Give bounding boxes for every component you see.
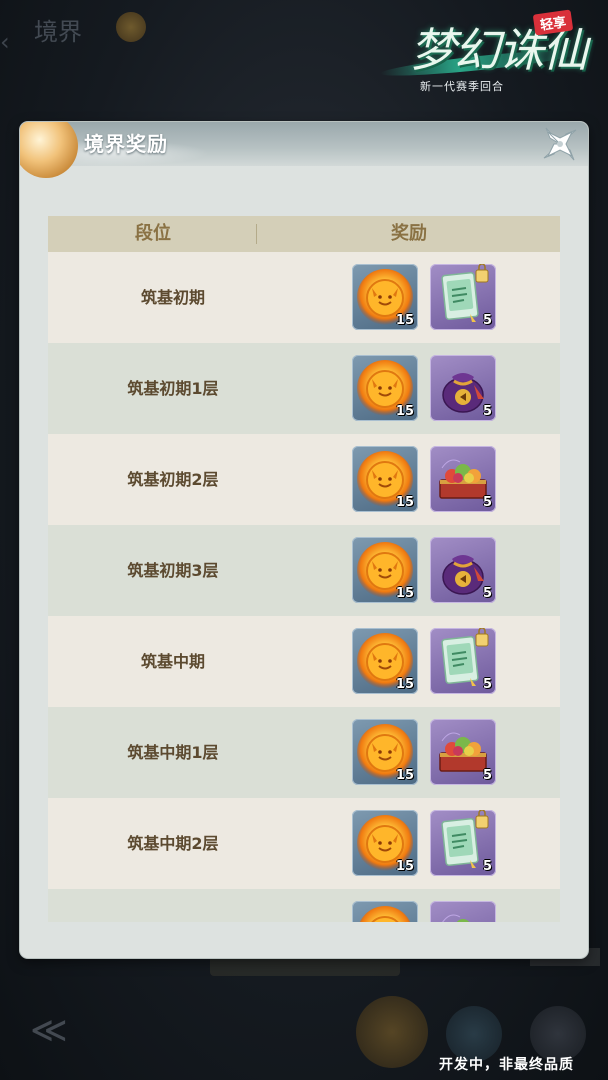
rank-label: 筑基初期2层 — [127, 470, 219, 489]
column-header-rank: 段位 — [135, 223, 171, 244]
reward-item[interactable]: 5 — [430, 719, 496, 785]
coin-icon — [116, 12, 146, 42]
rank-label — [48, 889, 298, 922]
reward-item[interactable]: 5 — [430, 810, 496, 876]
reward-item[interactable]: 15 — [352, 264, 418, 330]
reward-quantity: 5 — [482, 859, 492, 874]
reward-quantity: 15 — [395, 313, 414, 328]
reward-quantity: 5 — [482, 677, 492, 692]
reward-quantity: 15 — [395, 586, 414, 601]
rank-label: 筑基中期2层 — [127, 834, 219, 853]
table-row — [48, 889, 560, 922]
dialog-header: 境界奖励 — [20, 122, 588, 178]
rank-label: 筑基初期 — [140, 288, 205, 307]
table-row: 筑基初期 15 5 — [48, 252, 560, 343]
table-body: 筑基初期 15 5 筑基初期1层 15 5 筑基初期2层 15 5 筑基初期3层 15 5 筑基中期 15… — [48, 252, 560, 922]
reward-item[interactable]: 15 — [352, 355, 418, 421]
reward-item[interactable]: 15 — [352, 719, 418, 785]
reward-item[interactable]: 15 — [352, 628, 418, 694]
close-icon — [543, 127, 577, 161]
table-row: 筑基初期3层 15 5 — [48, 525, 560, 616]
reward-item[interactable] — [430, 901, 496, 922]
background-skill-button — [356, 996, 428, 1068]
rank-label: 筑基中期1层 — [127, 743, 219, 762]
moon-icon — [20, 122, 78, 178]
rank-label: 筑基初期3层 — [127, 561, 219, 580]
column-header-reward: 奖励 — [391, 223, 427, 244]
reward-item[interactable]: 15 — [352, 446, 418, 512]
reward-item[interactable]: 15 — [352, 537, 418, 603]
table-row: 筑基初期1层 15 5 — [48, 343, 560, 434]
header-divider — [256, 224, 257, 244]
reward-item[interactable]: 5 — [430, 628, 496, 694]
table-row: 筑基中期1层 15 5 — [48, 707, 560, 798]
reward-item[interactable]: 5 — [430, 355, 496, 421]
table-row: 筑基中期2层 15 5 — [48, 798, 560, 889]
nav-left-arrow-icon: ≪ — [30, 1010, 68, 1051]
reward-quantity: 5 — [482, 495, 492, 510]
table-row: 筑基中期 15 5 — [48, 616, 560, 707]
back-arrow-icon: ‹ — [0, 28, 10, 56]
reward-quantity: 5 — [482, 768, 492, 783]
dialog-title: 境界奖励 — [84, 132, 168, 156]
logo-subtitle: 新一代赛季回合 — [420, 80, 504, 93]
development-notice: 开发中，非最终品质 — [439, 1057, 574, 1073]
background-title: 境界 — [34, 18, 82, 46]
reward-quantity: 5 — [482, 586, 492, 601]
reward-item[interactable]: 15 — [352, 810, 418, 876]
reward-item[interactable]: 5 — [430, 264, 496, 330]
game-logo: 梦幻诛仙 轻享 新一代赛季回合 — [379, 9, 600, 100]
reward-item[interactable]: 5 — [430, 446, 496, 512]
realm-reward-dialog: 境界奖励 段位 奖励 筑基初期 15 5 筑基初期1层 15 5 筑基初期2层 15 5 筑基初期… — [20, 122, 588, 958]
reward-quantity: 5 — [482, 404, 492, 419]
close-button[interactable] — [540, 124, 580, 164]
reward-quantity: 15 — [395, 859, 414, 874]
table-row: 筑基初期2层 15 5 — [48, 434, 560, 525]
reward-item[interactable] — [352, 901, 418, 922]
reward-quantity: 15 — [395, 768, 414, 783]
table-header: 段位 奖励 — [48, 216, 560, 252]
rank-label: 筑基中期 — [140, 652, 205, 671]
reward-quantity: 15 — [395, 404, 414, 419]
rank-label: 筑基初期1层 — [127, 379, 219, 398]
reward-quantity: 15 — [395, 495, 414, 510]
reward-table: 段位 奖励 筑基初期 15 5 筑基初期1层 15 5 筑基初期2层 15 5 筑基初期3层 15 5… — [48, 216, 560, 922]
reward-quantity: 15 — [395, 677, 414, 692]
reward-quantity: 5 — [482, 313, 492, 328]
reward-item[interactable]: 5 — [430, 537, 496, 603]
